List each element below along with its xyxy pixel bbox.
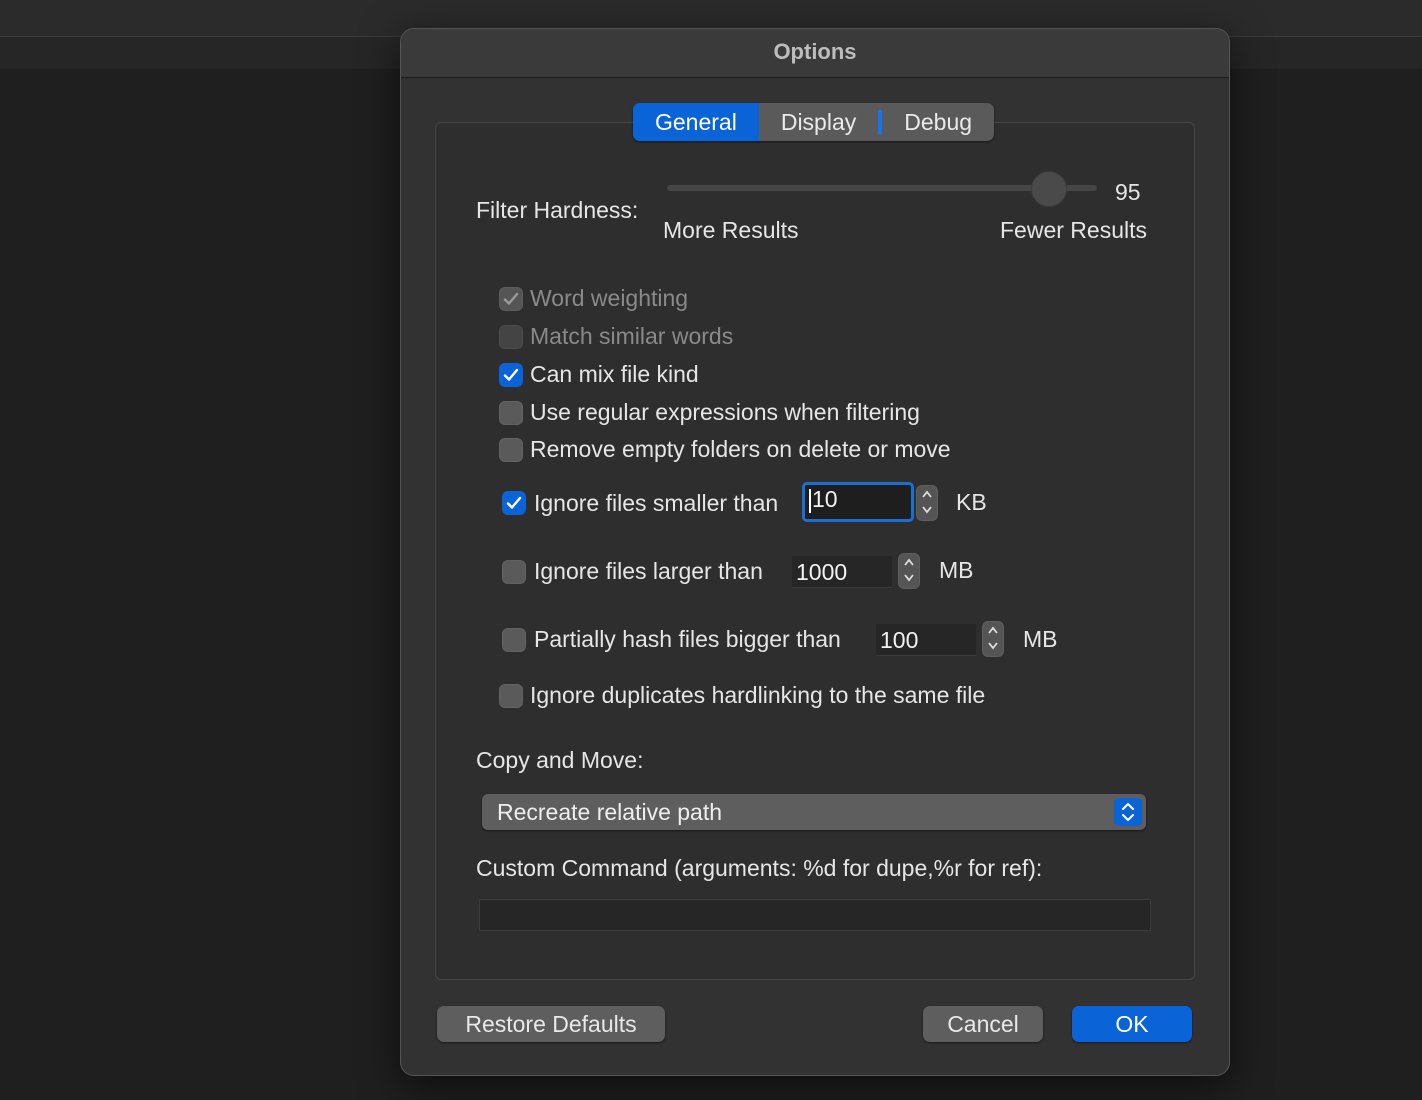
word-weighting-checkbox[interactable] — [499, 287, 523, 311]
restore-defaults-button[interactable]: Restore Defaults — [437, 1006, 665, 1042]
ignore-larger-input[interactable]: 1000 — [792, 556, 892, 588]
regex-checkbox[interactable] — [499, 401, 523, 425]
hardlinks-label: Ignore duplicates hardlinking to the sam… — [530, 682, 986, 708]
ignore-smaller-stepper[interactable] — [916, 485, 938, 521]
fewer-results-label: Fewer Results — [1000, 217, 1147, 243]
remove-empty-label: Remove empty folders on delete or move — [530, 436, 951, 462]
partial-hash-checkbox[interactable] — [502, 628, 526, 652]
copy-move-label: Copy and Move: — [476, 747, 644, 773]
match-similar-checkbox[interactable] — [499, 325, 523, 349]
ignore-larger-label: Ignore files larger than — [534, 558, 763, 584]
mix-file-kind-checkbox[interactable] — [499, 363, 523, 387]
tab-bar: General Display Debug — [633, 103, 995, 141]
ignore-larger-unit: MB — [939, 557, 974, 583]
dialog-title: Options — [401, 29, 1229, 78]
ignore-smaller-value: 10 — [812, 486, 838, 512]
partial-hash-stepper[interactable] — [982, 621, 1004, 657]
ignore-smaller-label: Ignore files smaller than — [534, 490, 779, 516]
partial-hash-label: Partially hash files bigger than — [534, 626, 841, 652]
match-similar-label: Match similar words — [530, 323, 734, 349]
partial-hash-unit: MB — [1023, 626, 1058, 652]
ignore-smaller-input[interactable]: 10 — [802, 482, 914, 522]
ignore-smaller-checkbox[interactable] — [502, 491, 526, 515]
options-dialog: Options General Display Debug Filter Har… — [400, 28, 1230, 1076]
text-caret — [809, 488, 811, 513]
select-arrows-icon — [1114, 798, 1142, 826]
ok-button[interactable]: OK — [1072, 1006, 1192, 1042]
filter-hardness-label: Filter Hardness: — [476, 197, 639, 223]
ignore-larger-checkbox[interactable] — [502, 560, 526, 584]
custom-command-input[interactable] — [479, 899, 1151, 931]
word-weighting-label: Word weighting — [530, 285, 689, 311]
tab-display[interactable]: Display — [759, 103, 878, 141]
filter-hardness-value: 95 — [1115, 179, 1141, 205]
mix-file-kind-label: Can mix file kind — [530, 361, 699, 387]
tab-debug[interactable]: Debug — [882, 103, 994, 141]
ignore-larger-stepper[interactable] — [898, 553, 920, 589]
tab-general[interactable]: General — [633, 103, 759, 141]
ignore-smaller-unit: KB — [956, 489, 987, 515]
copy-move-select[interactable]: Recreate relative path — [482, 794, 1146, 830]
copy-move-selected-value: Recreate relative path — [497, 799, 723, 825]
tab-content-panel — [435, 122, 1195, 980]
more-results-label: More Results — [663, 217, 799, 243]
hardlinks-checkbox[interactable] — [499, 684, 523, 708]
regex-label: Use regular expressions when filtering — [530, 399, 920, 425]
cancel-button[interactable]: Cancel — [923, 1006, 1043, 1042]
custom-command-label: Custom Command (arguments: %d for dupe,%… — [476, 855, 1043, 881]
remove-empty-checkbox[interactable] — [499, 438, 523, 462]
partial-hash-input[interactable]: 100 — [876, 624, 976, 656]
